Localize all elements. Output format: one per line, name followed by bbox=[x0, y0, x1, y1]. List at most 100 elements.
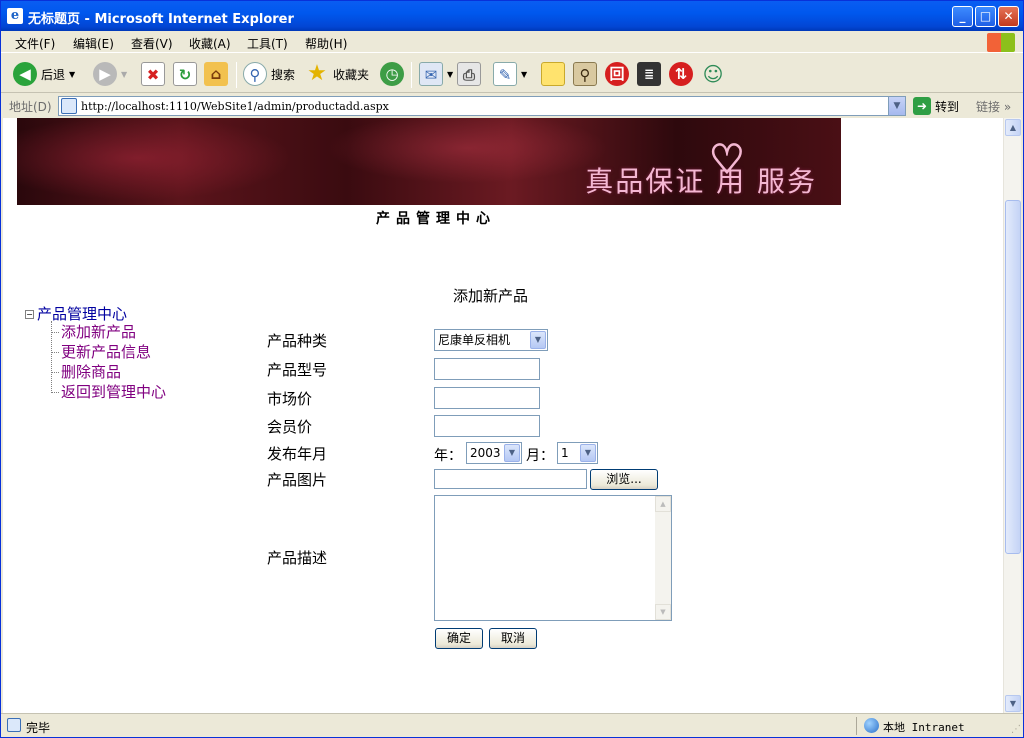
stop-icon: ✖ bbox=[141, 62, 165, 86]
edit-page-icon: ✎ bbox=[493, 62, 517, 86]
refresh-button[interactable]: ↻ bbox=[173, 61, 197, 87]
title-bar: e 无标题页 - Microsoft Internet Explorer _ □… bbox=[1, 1, 1023, 31]
address-input[interactable]: http://localhost:1110/WebSite1/admin/pro… bbox=[58, 96, 906, 116]
history-icon: ◷ bbox=[380, 62, 404, 86]
tree-item-back-to-admin[interactable]: 返回到管理中心 bbox=[51, 381, 166, 402]
chevron-down-icon: ▼ bbox=[580, 444, 596, 462]
model-input[interactable] bbox=[434, 358, 540, 380]
page-title: 产品管理中心 bbox=[376, 211, 496, 227]
collapse-icon[interactable]: − bbox=[25, 310, 34, 319]
label-category: 产品种类 bbox=[267, 332, 328, 350]
star-icon: ★ bbox=[307, 61, 327, 86]
address-bar: 地址(D) http://localhost:1110/WebSite1/adm… bbox=[1, 94, 1023, 118]
mail-icon: ✉ bbox=[419, 62, 443, 86]
research-button[interactable]: ⚲ bbox=[573, 61, 597, 87]
messenger-button[interactable]: ☺ bbox=[701, 61, 725, 87]
edit-button[interactable]: ✎ ▼ bbox=[493, 61, 527, 87]
forward-arrow-icon: ▶ bbox=[93, 62, 117, 86]
windows-logo-icon bbox=[987, 33, 1015, 52]
forward-button[interactable]: ▶ ▼ bbox=[93, 61, 127, 87]
scroll-down-icon[interactable]: ▼ bbox=[1005, 695, 1021, 712]
favorites-button[interactable]: ★ 收藏夹 bbox=[305, 61, 369, 87]
maximize-button[interactable]: □ bbox=[975, 6, 996, 27]
year-label: 年： bbox=[434, 448, 462, 464]
printer-icon: ⎙ bbox=[457, 62, 481, 86]
scroll-down-icon[interactable]: ▼ bbox=[655, 604, 671, 620]
address-url[interactable]: http://localhost:1110/WebSite1/admin/pro… bbox=[81, 100, 389, 113]
textarea-scrollbar[interactable]: ▲ ▼ bbox=[655, 496, 671, 620]
addon-red-icon: 回 bbox=[605, 62, 629, 86]
scroll-up-icon[interactable]: ▲ bbox=[655, 496, 671, 512]
back-dropdown-icon[interactable]: ▼ bbox=[69, 70, 75, 79]
toolbar: ◀ 后退 ▼ ▶ ▼ ✖ ↻ ⌂ ⚲ 搜索 ★ 收藏夹 ◷ ✉ ▼ ⎙ ✎ ▼ … bbox=[1, 54, 1023, 93]
note-icon bbox=[541, 62, 565, 86]
status-bar: 完毕 本地 Intranet ⋰ bbox=[1, 713, 1023, 737]
back-arrow-icon: ◀ bbox=[13, 62, 37, 86]
tree-item-update-product[interactable]: 更新产品信息 bbox=[51, 341, 151, 362]
menu-edit[interactable]: 编辑(E) bbox=[73, 35, 114, 52]
addon-button-1[interactable]: 回 bbox=[605, 61, 629, 87]
forward-dropdown-icon[interactable]: ▼ bbox=[121, 70, 127, 79]
address-dropdown-icon[interactable]: ▼ bbox=[888, 97, 905, 115]
refresh-icon: ↻ bbox=[173, 62, 197, 86]
menu-favorites[interactable]: 收藏(A) bbox=[189, 35, 231, 52]
search-icon: ⚲ bbox=[243, 62, 267, 86]
banner-slogan: 真品保证 用 服务 bbox=[585, 165, 817, 198]
addon-button-3[interactable]: ⇅ bbox=[669, 61, 693, 87]
toolbar-separator bbox=[411, 62, 412, 88]
chevron-down-icon: ▼ bbox=[504, 444, 520, 462]
member-price-input[interactable] bbox=[434, 415, 540, 437]
search-button[interactable]: ⚲ 搜索 bbox=[243, 61, 295, 87]
back-label: 后退 bbox=[41, 67, 66, 82]
tree-item-add-product[interactable]: 添加新产品 bbox=[51, 321, 136, 342]
year-select[interactable]: 2003 ▼ bbox=[466, 442, 522, 464]
history-button[interactable]: ◷ bbox=[380, 61, 404, 87]
go-label: 转到 bbox=[935, 99, 960, 114]
mail-button[interactable]: ✉ ▼ bbox=[419, 61, 453, 87]
label-market-price: 市场价 bbox=[267, 390, 313, 408]
scroll-up-icon[interactable]: ▲ bbox=[1005, 119, 1021, 136]
addon-dark-icon: ≣ bbox=[637, 62, 661, 86]
cancel-button[interactable]: 取消 bbox=[489, 628, 537, 649]
go-arrow-icon: ➜ bbox=[913, 97, 931, 115]
chevron-down-icon: ▼ bbox=[530, 331, 546, 349]
favorites-label: 收藏夹 bbox=[333, 67, 370, 82]
label-publish-date: 发布年月 bbox=[267, 445, 328, 463]
image-file-input[interactable] bbox=[434, 469, 587, 489]
page-icon bbox=[61, 98, 77, 114]
menu-tools[interactable]: 工具(T) bbox=[247, 35, 288, 52]
menu-help[interactable]: 帮助(H) bbox=[305, 35, 347, 52]
address-label: 地址(D) bbox=[9, 100, 52, 114]
label-member-price: 会员价 bbox=[267, 418, 313, 436]
page-scrollbar[interactable]: ▲ ▼ bbox=[1003, 118, 1021, 713]
mail-dropdown-icon[interactable]: ▼ bbox=[447, 70, 453, 79]
go-button[interactable]: ➜ 转到 bbox=[913, 97, 959, 115]
home-button[interactable]: ⌂ bbox=[204, 61, 228, 87]
note-button[interactable] bbox=[541, 61, 565, 87]
research-icon: ⚲ bbox=[573, 62, 597, 86]
addon-button-2[interactable]: ≣ bbox=[637, 61, 661, 87]
ie-window: e 无标题页 - Microsoft Internet Explorer _ □… bbox=[0, 0, 1024, 738]
stop-button[interactable]: ✖ bbox=[141, 61, 165, 87]
scroll-thumb[interactable] bbox=[1005, 200, 1021, 554]
window-title: 无标题页 - Microsoft Internet Explorer bbox=[28, 12, 294, 27]
tree-item-delete-product[interactable]: 删除商品 bbox=[51, 361, 121, 382]
menu-file[interactable]: 文件(F) bbox=[15, 35, 55, 52]
close-button[interactable]: ✕ bbox=[998, 6, 1019, 27]
menu-view[interactable]: 查看(V) bbox=[131, 35, 173, 52]
print-button[interactable]: ⎙ bbox=[457, 61, 481, 87]
edit-dropdown-icon[interactable]: ▼ bbox=[521, 70, 527, 79]
month-select[interactable]: 1 ▼ bbox=[557, 442, 598, 464]
resize-grip-icon[interactable]: ⋰ bbox=[1011, 724, 1021, 735]
browse-button[interactable]: 浏览... bbox=[590, 469, 658, 490]
label-description: 产品描述 bbox=[267, 549, 328, 567]
links-button[interactable]: 链接 » bbox=[976, 98, 1011, 115]
minimize-button[interactable]: _ bbox=[952, 6, 973, 27]
addon-arrows-icon: ⇅ bbox=[669, 62, 693, 86]
category-select[interactable]: 尼康单反相机 ▼ bbox=[434, 329, 548, 351]
back-button[interactable]: ◀ 后退 ▼ bbox=[13, 61, 75, 87]
market-price-input[interactable] bbox=[434, 387, 540, 409]
description-textarea[interactable]: ▲ ▼ bbox=[434, 495, 672, 621]
ok-button[interactable]: 确定 bbox=[435, 628, 483, 649]
heart-icon: ♡ bbox=[708, 137, 745, 183]
